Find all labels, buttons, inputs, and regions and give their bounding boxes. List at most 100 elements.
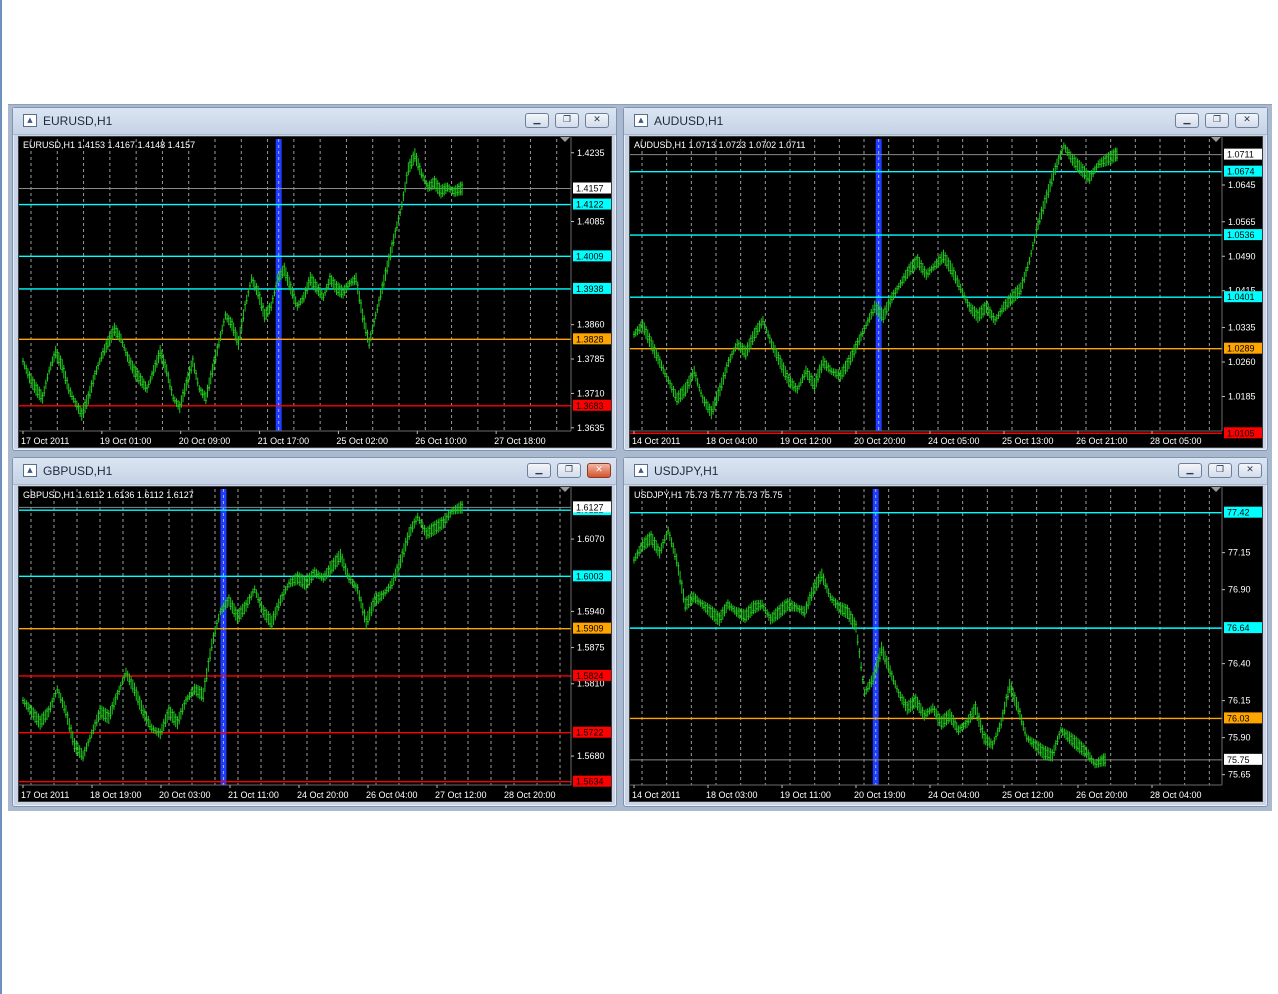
window-title: USDJPY,H1 (654, 464, 719, 478)
chart-info-label: USDJPY,H1 75.73 75.77 75.73 75.75 (634, 490, 783, 500)
chart-shift-marker (1211, 487, 1221, 492)
level-price-label: 1.0674 (1227, 167, 1255, 177)
chart-window-gbpusd[interactable]: ▲ GBPUSD,H1 ▁ ❐ ✕ 1.6070 1.5940 1.5875 1.58… (12, 457, 617, 807)
price-tick-label: 77.15 (1228, 548, 1251, 558)
time-label: 19 Oct 11:00 (780, 790, 831, 800)
level-price-label: 1.5634 (576, 777, 604, 787)
time-label: 28 Oct 04:00 (1150, 790, 1202, 800)
price-chart[interactable]: 1.60701.59401.58751.58101.56801.61221.60… (18, 486, 612, 802)
minimize-button[interactable]: ▁ (1178, 463, 1202, 478)
price-tick-label: 1.5875 (577, 643, 605, 653)
current-price-label: 1.4157 (576, 184, 604, 194)
price-tick-label: 1.3635 (577, 423, 605, 433)
chart-info-label: EURUSD,H1 1.4153 1.4167 1.4148 1.4157 (23, 140, 196, 150)
maximize-button[interactable]: ❐ (557, 463, 581, 478)
chart-window-eurusd[interactable]: ▲ EURUSD,H1 ▁ ❐ ✕ 1.4235 1.4085 1.3860 1.37… (12, 107, 617, 451)
time-label: 25 Oct 13:00 (1002, 436, 1054, 446)
level-price-label: 1.0105 (1227, 428, 1255, 438)
price-tick-label: 1.4085 (577, 217, 605, 227)
level-price-label: 76.64 (1227, 623, 1250, 633)
window-title: EURUSD,H1 (43, 114, 113, 128)
chart-canvas[interactable]: 1.60701.59401.58751.58101.56801.61221.60… (19, 487, 612, 802)
titlebar[interactable]: ▲ USDJPY,H1 ▁ ❐ ✕ (624, 458, 1267, 485)
close-button[interactable]: ✕ (587, 463, 611, 478)
chart-canvas[interactable]: 1.06451.05651.04901.04151.03351.02601.01… (630, 137, 1263, 448)
price-tick-label: 76.15 (1228, 696, 1251, 706)
level-price-label: 1.3683 (576, 401, 604, 411)
price-tick-label: 1.5940 (577, 606, 605, 616)
price-chart[interactable]: 1.0645 1.0565 1.0490 1.0415 1.0335 1.0260 1.01… (629, 136, 1263, 448)
time-label: 20 Oct 19:00 (854, 790, 906, 800)
chart-shift-marker (560, 487, 570, 492)
close-button[interactable]: ✕ (1238, 463, 1262, 478)
maximize-button[interactable]: ❐ (1205, 113, 1229, 128)
time-label: 28 Oct 20:00 (504, 790, 556, 800)
close-button[interactable]: ✕ (585, 113, 609, 128)
price-tick-label: 1.0335 (1228, 323, 1256, 333)
chart-window-icon: ▲ (23, 114, 37, 127)
time-label: 21 Oct 17:00 (258, 436, 310, 446)
chart-info-label: GBPUSD,H1 1.6112 1.6136 1.6112 1.6127 (23, 490, 194, 500)
time-label: 20 Oct 20:00 (854, 436, 906, 446)
chart-window-icon: ▲ (634, 114, 648, 127)
level-price-label: 1.4009 (576, 251, 604, 261)
level-price-label: 1.4122 (576, 200, 604, 210)
time-label: 14 Oct 2011 (632, 790, 680, 800)
chart-canvas[interactable]: 1.4235 1.4085 1.3860 1.3785 1.3710 1.3635 1.41… (19, 137, 612, 448)
window-title: GBPUSD,H1 (43, 464, 113, 478)
chart-shift-marker (560, 137, 570, 142)
maximize-button[interactable]: ❐ (555, 113, 579, 128)
chart-shift-marker (1211, 137, 1221, 142)
time-label: 17 Oct 2011 (21, 790, 69, 800)
price-chart[interactable]: 77.15 76.90 76.40 76.15 75.90 75.65 77.42 76.64… (629, 486, 1263, 802)
titlebar[interactable]: ▲ GBPUSD,H1 ▁ ❐ ✕ (13, 458, 616, 485)
current-price-label: 1.0711 (1227, 150, 1254, 160)
price-tick-label: 75.90 (1228, 733, 1251, 743)
time-label: 27 Oct 12:00 (435, 790, 487, 800)
time-label: 17 Oct 2011 (21, 436, 69, 446)
price-tick-label: 1.0260 (1228, 357, 1256, 367)
minimize-button[interactable]: ▁ (527, 463, 551, 478)
current-price-label: 1.6127 (576, 502, 604, 512)
close-button[interactable]: ✕ (1235, 113, 1259, 128)
time-label: 28 Oct 05:00 (1150, 436, 1202, 446)
minimize-button[interactable]: ▁ (1175, 113, 1199, 128)
chart-window-icon: ▲ (634, 464, 648, 477)
maximize-button[interactable]: ❐ (1208, 463, 1232, 478)
mdi-workspace: ▲ EURUSD,H1 ▁ ❐ ✕ 1.4235 1.4085 1.3860 1.37… (8, 104, 1272, 811)
time-label: 20 Oct 09:00 (179, 436, 231, 446)
time-label: 21 Oct 11:00 (228, 790, 279, 800)
price-tick-label: 1.0490 (1228, 251, 1256, 261)
time-label: 24 Oct 20:00 (297, 790, 349, 800)
price-tick-label: 1.0645 (1228, 180, 1256, 190)
level-price-label: 1.0289 (1227, 344, 1255, 354)
time-label: 19 Oct 12:00 (780, 436, 832, 446)
price-tick-label: 1.4235 (577, 148, 605, 158)
chart-window-audusd[interactable]: ▲ AUDUSD,H1 ▁ ❐ ✕ 1.0645 1.0565 1.0490 1.04… (623, 107, 1268, 451)
time-label: 26 Oct 21:00 (1076, 436, 1128, 446)
price-tick-label: 1.0565 (1228, 217, 1256, 227)
time-label: 26 Oct 20:00 (1076, 790, 1128, 800)
price-tick-label: 1.0185 (1228, 392, 1256, 402)
price-chart[interactable]: 1.4235 1.4085 1.3860 1.3785 1.3710 1.3635 1.41… (18, 136, 612, 448)
time-label: 24 Oct 05:00 (928, 436, 980, 446)
price-tick-label: 1.3710 (577, 388, 605, 398)
chart-canvas[interactable]: 77.15 76.90 76.40 76.15 75.90 75.65 77.42 76.64… (630, 487, 1263, 802)
price-tick-label: 76.40 (1228, 659, 1251, 669)
level-price-label: 77.42 (1227, 508, 1250, 518)
price-tick-label: 75.65 (1228, 770, 1251, 780)
chart-window-usdjpy[interactable]: ▲ USDJPY,H1 ▁ ❐ ✕ 77.15 76.90 76.40 76.15 75… (623, 457, 1268, 807)
window-title: AUDUSD,H1 (654, 114, 724, 128)
titlebar[interactable]: ▲ EURUSD,H1 ▁ ❐ ✕ (13, 108, 616, 135)
level-price-label: 1.3828 (576, 334, 604, 344)
window-left-edge (0, 0, 2, 994)
time-label: 18 Oct 04:00 (706, 436, 758, 446)
current-price-label: 75.75 (1227, 755, 1250, 765)
minimize-button[interactable]: ▁ (525, 113, 549, 128)
price-tick-label: 1.5680 (577, 751, 605, 761)
level-price-label: 76.03 (1227, 713, 1250, 723)
time-label: 19 Oct 01:00 (100, 436, 152, 446)
price-tick-label: 1.6070 (577, 534, 605, 544)
level-price-label: 1.5722 (576, 728, 604, 738)
titlebar[interactable]: ▲ AUDUSD,H1 ▁ ❐ ✕ (624, 108, 1267, 135)
